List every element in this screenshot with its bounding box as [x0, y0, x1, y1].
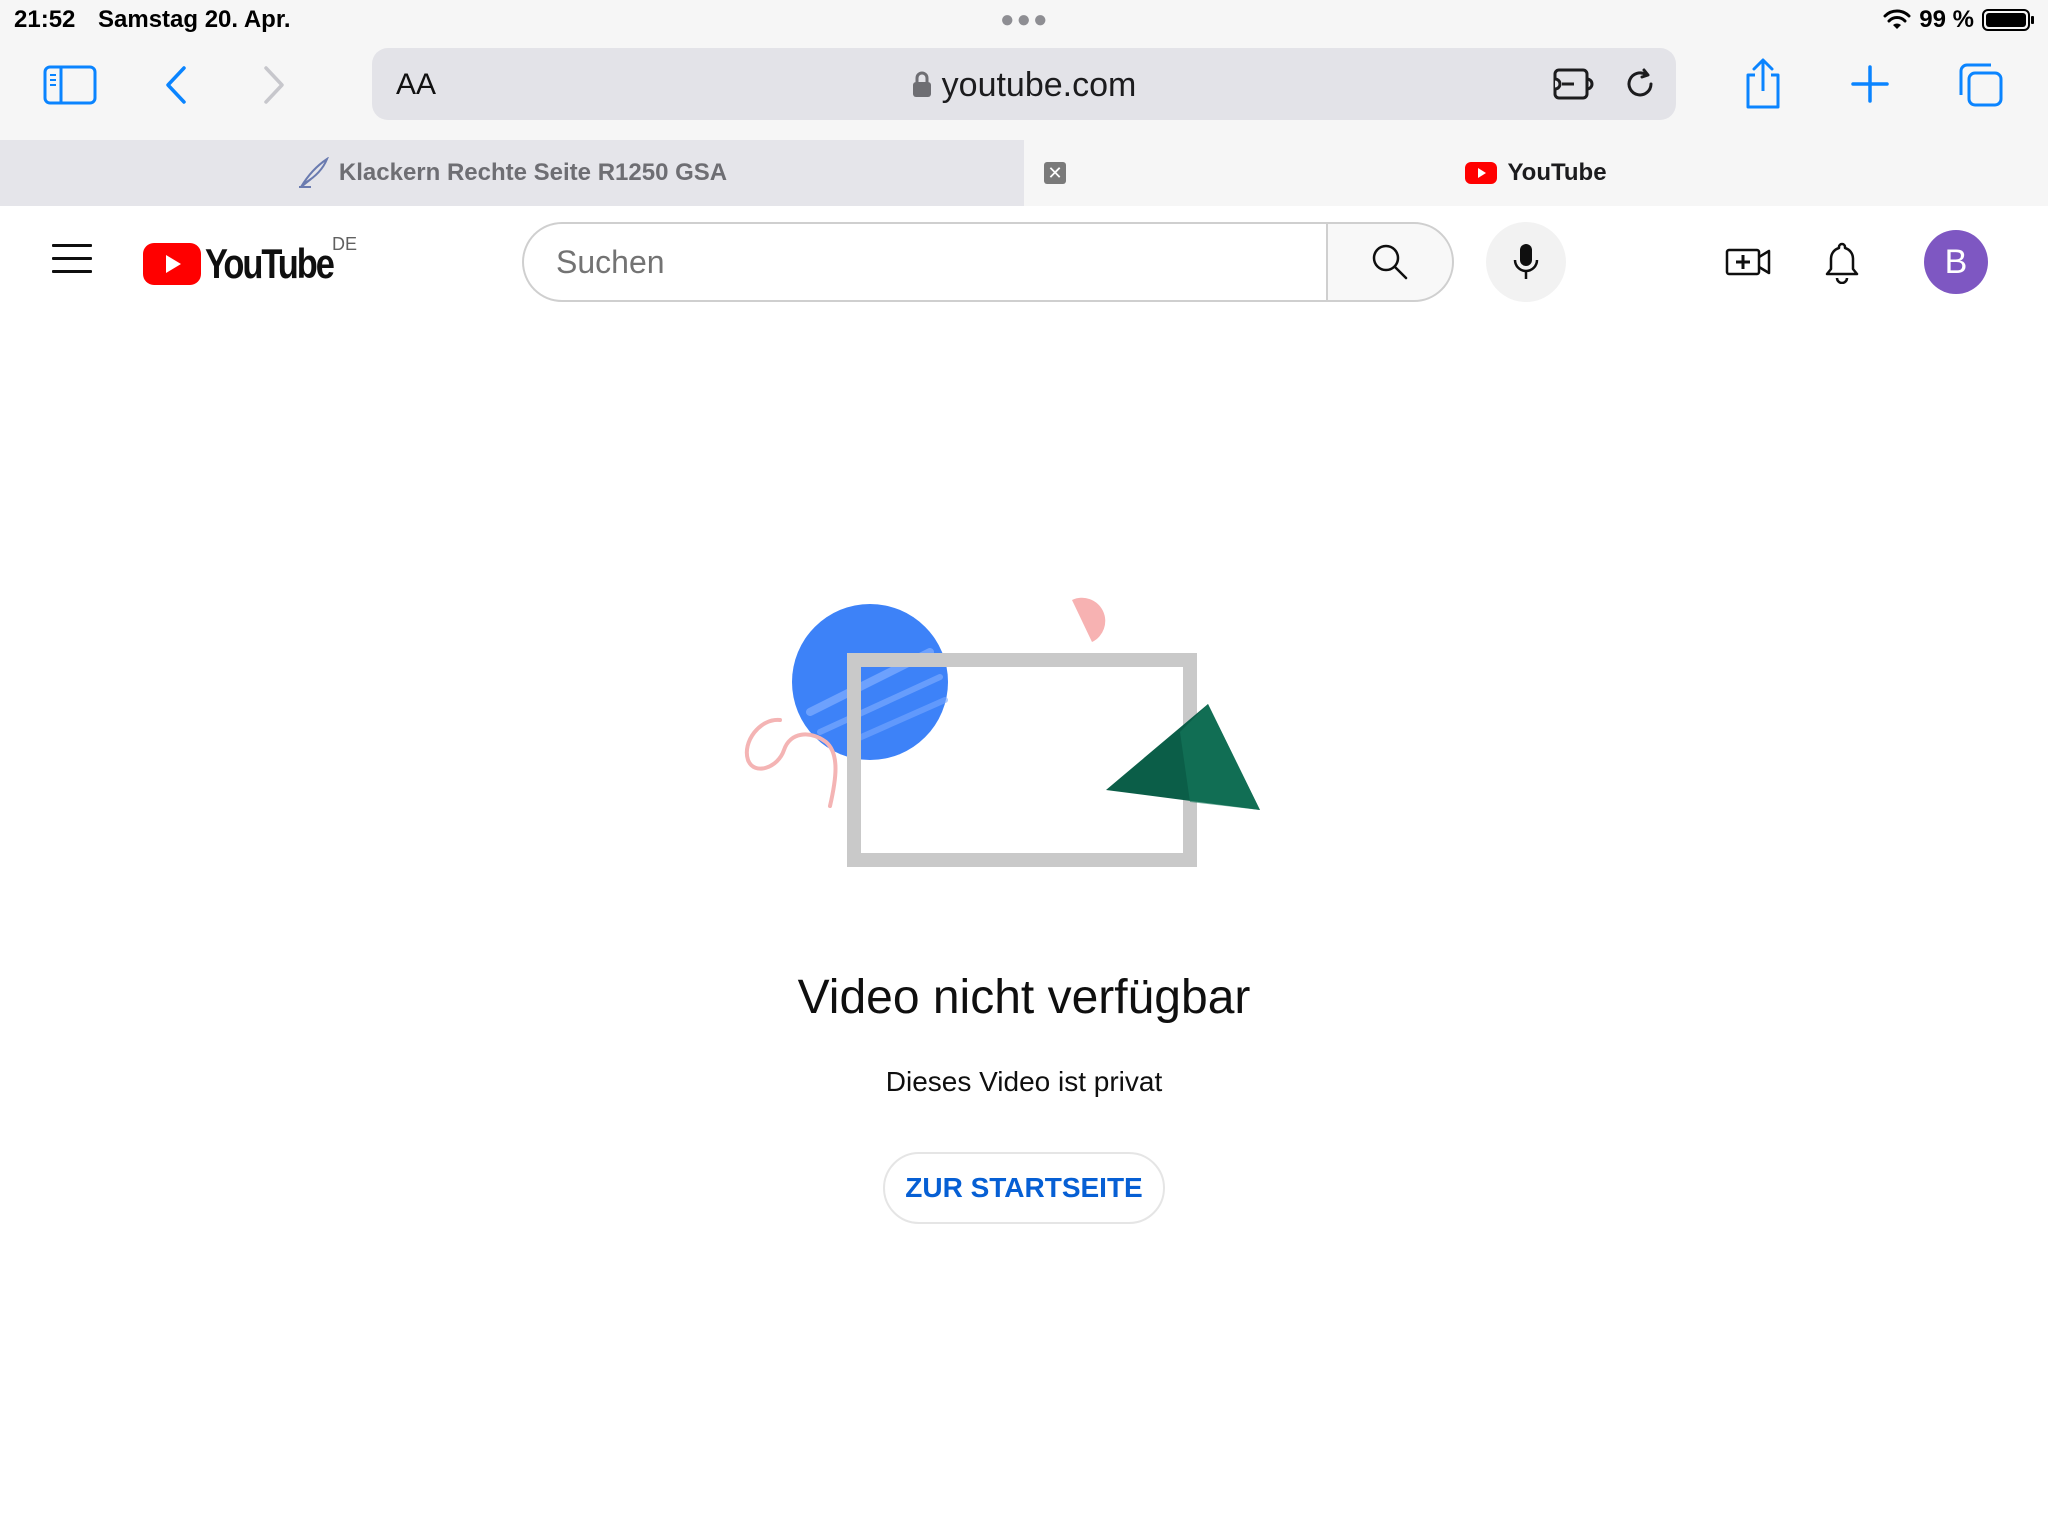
status-date: Samstag 20. Apr.	[98, 6, 291, 33]
error-title: Video nicht verfügbar	[797, 971, 1251, 1024]
voice-search-button[interactable]	[1486, 222, 1566, 302]
lock-icon	[912, 71, 931, 97]
tab-bar: Klackern Rechte Seite R1250 GSA ✕ YouTub…	[0, 140, 2048, 206]
back-icon[interactable]	[158, 62, 194, 108]
forward-icon[interactable]	[256, 62, 292, 108]
status-time: 21:52	[14, 6, 76, 33]
share-icon[interactable]	[1740, 56, 1786, 112]
microphone-icon	[1513, 244, 1539, 279]
tab-label: Klackern Rechte Seite R1250 GSA	[338, 159, 728, 186]
quill-favicon-icon	[298, 157, 329, 188]
notifications-button[interactable]	[1816, 236, 1868, 288]
search-input[interactable]	[524, 224, 1328, 300]
tab-klackern[interactable]: Klackern Rechte Seite R1250 GSA	[0, 140, 1024, 206]
close-tab-icon[interactable]: ✕	[1044, 162, 1066, 184]
youtube-header: YouTube DE B	[0, 206, 2048, 318]
youtube-favicon-icon	[1465, 162, 1498, 184]
wifi-icon	[1883, 9, 1911, 29]
create-video-button[interactable]	[1722, 236, 1774, 288]
new-tab-icon[interactable]	[1848, 62, 1892, 106]
url-text: youtube.com	[941, 66, 1137, 104]
logo-wordmark: YouTube	[205, 240, 335, 287]
youtube-play-logo-icon	[143, 243, 201, 285]
address-bar[interactable]: AA youtube.com	[372, 48, 1676, 120]
sidebar-icon[interactable]	[42, 62, 98, 108]
battery-percent: 99 %	[1919, 6, 1974, 33]
reload-icon[interactable]	[1620, 64, 1660, 104]
video-camera-plus-icon	[1725, 248, 1771, 276]
bell-icon	[1825, 242, 1859, 284]
avatar[interactable]: B	[1924, 230, 1988, 294]
youtube-logo[interactable]: YouTube	[143, 240, 361, 288]
tabs-overview-icon[interactable]	[1956, 60, 2006, 110]
tab-label: YouTube	[1507, 159, 1607, 186]
multitasking-dots-icon[interactable]: ●●●	[1000, 6, 1050, 34]
error-subtitle: Dieses Video ist privat	[885, 1066, 1163, 1097]
search-button[interactable]	[1326, 222, 1454, 302]
pink-half-circle-shape	[1072, 597, 1106, 642]
status-right: 99 %	[1883, 6, 2036, 34]
tab-youtube[interactable]: ✕ YouTube	[1024, 140, 2048, 206]
status-bar: 21:52 Samstag 20. Apr. ●●● 99 %	[0, 0, 2048, 40]
url-display[interactable]: youtube.com	[372, 66, 1676, 105]
browser-toolbar: AA youtube.com	[0, 40, 2048, 140]
country-code: DE	[332, 234, 358, 254]
go-home-button[interactable]: ZUR STARTSEITE	[883, 1152, 1165, 1224]
video-unavailable-illustration	[744, 597, 1260, 867]
search-icon	[1372, 244, 1408, 280]
extension-icon[interactable]	[1550, 64, 1598, 104]
menu-icon[interactable]	[52, 244, 92, 274]
search-box	[522, 222, 1328, 302]
battery-icon	[1982, 9, 2034, 31]
